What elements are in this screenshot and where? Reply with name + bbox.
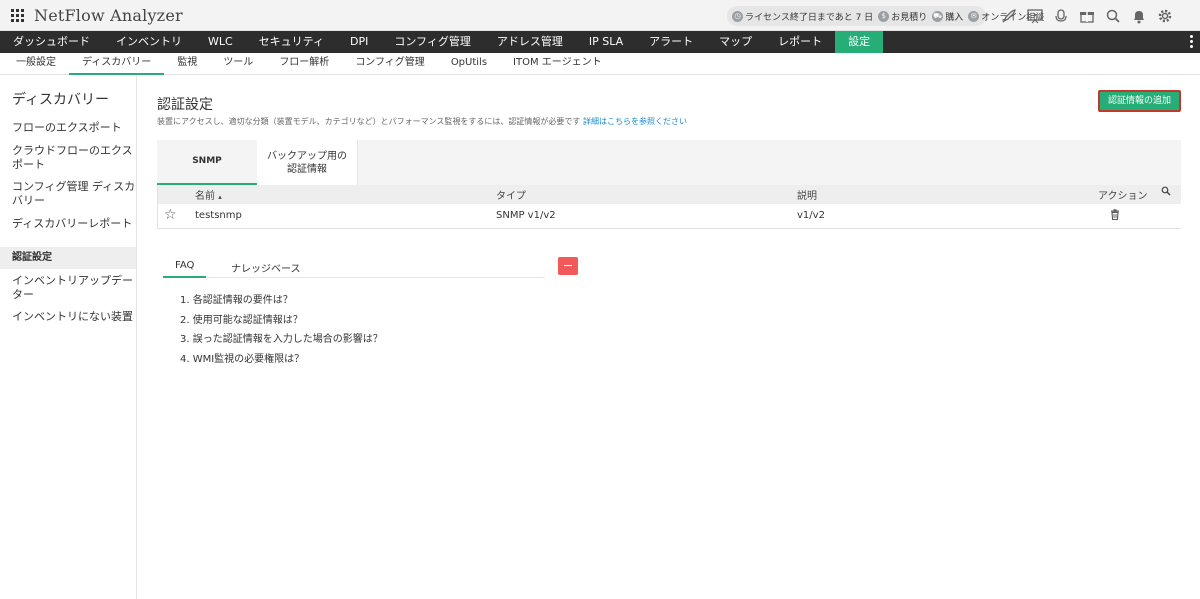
sidebar: ディスカバリー フローのエクスポート クラウドフローのエクスポート コンフィグ管… <box>0 75 137 599</box>
subnav-tools[interactable]: ツール <box>210 53 266 75</box>
column-name-header[interactable]: 名前 ▴ <box>195 187 222 202</box>
main-nav: ダッシュボード インベントリ WLC セキュリティ DPI コンフィグ管理 アド… <box>0 31 1200 53</box>
top-header: NetFlow Analyzer ◷ ライセンス終了日まであと 7 日 $ お見… <box>0 0 1200 31</box>
table-header: 名前 ▴ タイプ 説明 アクション <box>158 185 1181 204</box>
column-name-label: 名前 <box>195 191 215 202</box>
trash-icon[interactable] <box>1110 209 1120 223</box>
license-bar: ◷ ライセンス終了日まであと 7 日 $ お見積り ⛟ 購入 ✉ オンライン相談 <box>727 6 1044 26</box>
nav-dashboard[interactable]: ダッシュボード <box>0 31 103 53</box>
details-link[interactable]: 詳細はこちらを参照ください <box>583 117 687 126</box>
license-expiry-label: ライセンス終了日まであと 7 日 <box>745 12 874 23</box>
page-title: 認証設定 <box>157 97 213 113</box>
nav-inventory[interactable]: インベントリ <box>103 31 195 53</box>
add-credential-button[interactable]: 認証情報の追加 <box>1098 90 1181 112</box>
sidebar-item-cloud-flow-export[interactable]: クラウドフローのエクスポート <box>0 144 136 172</box>
sidebar-title: ディスカバリー <box>12 92 110 108</box>
quote-link[interactable]: $ お見積り <box>878 10 927 23</box>
row-name: testsnmp <box>195 210 242 221</box>
dollar-icon: $ <box>878 10 890 22</box>
sidebar-item-inventory-updater[interactable]: インベントリアップデーター <box>0 274 136 302</box>
faq-question-3[interactable]: 3. 誤った認証情報を入力した場合の影響は？ <box>180 330 383 345</box>
sub-nav: 一般設定 ディスカバリー 監視 ツール フロー解析 コンフィグ管理 OpUtil… <box>0 53 1200 75</box>
sort-icon: ▴ <box>218 193 222 201</box>
nav-alerts[interactable]: アラート <box>636 31 706 53</box>
subnav-oputils[interactable]: OpUtils <box>438 53 500 75</box>
sidebar-item-not-in-inventory[interactable]: インベントリにない装置 <box>0 310 136 324</box>
faq-tabs: FAQ ナレッジベース <box>163 257 545 278</box>
tab-snmp[interactable]: SNMP <box>157 140 257 185</box>
column-action-header: アクション <box>1098 191 1148 202</box>
cart-icon: ⛟ <box>932 10 944 22</box>
minus-icon <box>564 265 572 266</box>
bell-icon[interactable] <box>1126 6 1152 26</box>
subnav-monitoring[interactable]: 監視 <box>164 53 210 75</box>
app-title: NetFlow Analyzer <box>34 6 183 25</box>
rocket-icon[interactable] <box>996 6 1022 26</box>
tab-backup-label-line1: バックアップ用の <box>267 150 347 162</box>
license-expiry-link[interactable]: ◷ ライセンス終了日まであと 7 日 <box>732 10 873 23</box>
table-search-icon[interactable] <box>1161 186 1171 199</box>
subnav-itom-agent[interactable]: ITOM エージェント <box>500 53 615 75</box>
subnav-config-management[interactable]: コンフィグ管理 <box>342 53 438 75</box>
subnav-flow-analysis[interactable]: フロー解析 <box>266 53 342 75</box>
page-description-text: 装置にアクセスし、適切な分類（装置モデル、カテゴリなど）とパフォーマンス監視をす… <box>157 117 581 126</box>
gear-icon[interactable] <box>1152 6 1178 26</box>
sidebar-item-flow-export[interactable]: フローのエクスポート <box>0 121 136 135</box>
nav-dpi[interactable]: DPI <box>337 31 381 53</box>
gift-icon[interactable] <box>1074 6 1100 26</box>
tab-backup-credentials[interactable]: バックアップ用の 認証情報 <box>257 140 358 185</box>
nav-wlc[interactable]: WLC <box>195 31 246 53</box>
presentation-icon[interactable] <box>1022 6 1048 26</box>
sidebar-item-credential-settings[interactable]: 認証設定 <box>0 247 136 269</box>
search-icon[interactable] <box>1100 6 1126 26</box>
nav-security[interactable]: セキュリティ <box>246 31 337 53</box>
nav-address-management[interactable]: アドレス管理 <box>484 31 576 53</box>
tab-backup-label-line2: 認証情報 <box>287 163 327 175</box>
nav-maps[interactable]: マップ <box>706 31 765 53</box>
microphone-icon[interactable] <box>1048 6 1074 26</box>
nav-ip-sla[interactable]: IP SLA <box>576 31 636 53</box>
tab-faq[interactable]: FAQ <box>163 260 207 278</box>
buy-label: 購入 <box>945 12 964 23</box>
credential-tabs: SNMP バックアップ用の 認証情報 <box>157 140 1181 185</box>
nav-settings[interactable]: 設定 <box>835 31 884 53</box>
faq-question-1[interactable]: 1. 各認証情報の要件は？ <box>180 291 293 306</box>
quote-label: お見積り <box>891 12 928 23</box>
chat-icon: ✉ <box>968 10 980 22</box>
row-type: SNMP v1/v2 <box>496 210 556 221</box>
faq-question-4[interactable]: 4. WMI監視の必要権限は？ <box>180 350 304 365</box>
star-icon[interactable]: ☆ <box>164 207 177 223</box>
nav-config-management[interactable]: コンフィグ管理 <box>381 31 483 53</box>
app-grid-icon[interactable] <box>11 9 25 23</box>
sidebar-item-discovery-report[interactable]: ディスカバリーレポート <box>0 217 136 231</box>
header-icons <box>996 6 1178 26</box>
subnav-general-settings[interactable]: 一般設定 <box>3 53 69 75</box>
sidebar-item-config-discovery[interactable]: コンフィグ管理 ディスカバリー <box>0 180 136 208</box>
buy-link[interactable]: ⛟ 購入 <box>932 10 963 23</box>
subnav-discovery[interactable]: ディスカバリー <box>69 53 165 75</box>
nav-reports[interactable]: レポート <box>765 31 835 53</box>
column-type-header: タイプ <box>496 191 526 202</box>
more-menu-icon[interactable] <box>1190 35 1194 49</box>
faq-question-2[interactable]: 2. 使用可能な認証情報は？ <box>180 311 303 326</box>
tab-knowledge-base[interactable]: ナレッジベース <box>219 260 313 278</box>
collapse-button[interactable] <box>558 257 578 275</box>
row-description: v1/v2 <box>797 210 825 221</box>
clock-icon: ◷ <box>732 10 743 22</box>
table-row[interactable]: ☆ testsnmp SNMP v1/v2 v1/v2 <box>158 204 1181 228</box>
credentials-table: 名前 ▴ タイプ 説明 アクション ☆ testsnmp SNMP v1/v2 … <box>157 185 1181 229</box>
column-description-header: 説明 <box>797 191 817 202</box>
page-description: 装置にアクセスし、適切な分類（装置モデル、カテゴリなど）とパフォーマンス監視をす… <box>157 116 687 127</box>
